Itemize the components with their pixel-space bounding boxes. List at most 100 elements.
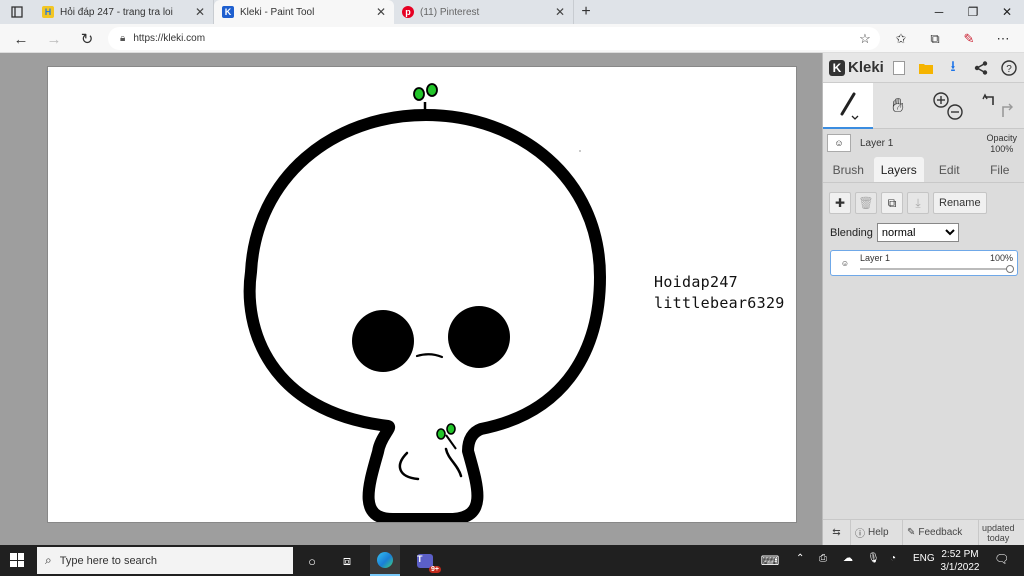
updated-line-2: today: [987, 532, 1010, 543]
lock-icon: 🔒︎: [120, 33, 126, 44]
tab-title: Hỏi đáp 247 - trang tra loi: [60, 6, 173, 18]
back-icon[interactable]: ←: [10, 28, 32, 50]
feedback-text: Feedback: [918, 527, 963, 538]
edge-taskbar-icon[interactable]: [370, 545, 400, 576]
left-eye: [352, 310, 414, 372]
tab-actions-icon[interactable]: [0, 0, 34, 24]
close-tab-icon[interactable]: ✕: [555, 5, 565, 19]
share-icon[interactable]: [971, 58, 991, 78]
hand-icon: ✋︎: [892, 94, 904, 117]
tool-row: ✋︎: [823, 83, 1024, 129]
kleki-panel: K Kleki ⭳ ? ✋︎ ☺︎ Layer 1 Opacity 100% B…: [822, 53, 1024, 546]
pinterest-favicon-icon: p: [402, 6, 414, 18]
teams-taskbar-icon[interactable]: T 9+: [415, 551, 441, 573]
clock-time: 2:52 PM: [941, 549, 979, 560]
plus-icon: ✚: [834, 196, 846, 210]
forward-icon[interactable]: →: [43, 28, 65, 50]
tab-file[interactable]: File: [975, 157, 1024, 182]
windows-taskbar: ⌕ Type here to search ○ ⧈ T 9+ ⌨︎ ⌃ ⎙ ☁︎ …: [0, 545, 1024, 576]
undo-redo-tool[interactable]: [973, 83, 1023, 129]
notifications-icon[interactable]: 🗨︎: [994, 552, 1009, 566]
layer-opacity-slider[interactable]: [860, 265, 1014, 273]
current-layer-header: ☺︎ Layer 1 Opacity 100%: [823, 129, 1024, 157]
extension-icon[interactable]: ✎: [958, 28, 980, 50]
layer-thumbnail-icon[interactable]: ☺︎: [827, 134, 851, 152]
tab-bar: H Hỏi đáp 247 - trang tra loi ✕ K Kleki …: [0, 0, 1024, 24]
tab-kleki[interactable]: K Kleki - Paint Tool ✕: [214, 0, 394, 24]
teams-badge: 9+: [429, 566, 441, 573]
close-tab-icon[interactable]: ✕: [195, 5, 205, 19]
opacity-value: 100%: [990, 144, 1014, 154]
panel-tabs: Brush Layers Edit File: [823, 157, 1024, 183]
url-field[interactable]: 🔒︎ https://kleki.com: [108, 27, 880, 50]
canvas-workspace[interactable]: Hoidap247 littlebear6329: [0, 53, 822, 545]
blending-select[interactable]: normal: [876, 223, 959, 242]
help-link[interactable]: ⓘ Help: [851, 519, 903, 546]
close-window-icon[interactable]: ✕: [990, 0, 1024, 24]
open-folder-icon[interactable]: [916, 58, 936, 78]
duplicate-layer-button[interactable]: ⧉: [881, 192, 903, 214]
download-icon[interactable]: ⭳: [943, 58, 963, 78]
delete-layer-button[interactable]: 🗑︎: [855, 192, 877, 214]
zoom-tool[interactable]: [923, 83, 973, 129]
opacity-readout: Opacity 100%: [986, 133, 1017, 155]
brush-tool[interactable]: [823, 83, 873, 129]
layer-list-item[interactable]: ☺︎ Layer 1 100%: [830, 250, 1018, 276]
show-hidden-icons[interactable]: ⌃: [796, 553, 804, 564]
onedrive-icon[interactable]: ☁︎: [843, 553, 853, 564]
new-tab-icon[interactable]: +: [574, 0, 598, 24]
swap-sides-icon[interactable]: ⇆: [823, 519, 851, 546]
refresh-icon[interactable]: ↻: [76, 28, 98, 50]
windows-start-icon[interactable]: [10, 553, 24, 567]
minimize-icon[interactable]: ─: [922, 0, 956, 24]
microphone-icon[interactable]: 🎙︎: [867, 553, 880, 564]
held-sprout-leaf-left: [436, 428, 446, 440]
add-layer-button[interactable]: ✚: [829, 192, 851, 214]
tab-brush[interactable]: Brush: [823, 157, 874, 182]
close-tab-icon[interactable]: ✕: [376, 5, 386, 19]
favorites-icon[interactable]: ✩: [890, 28, 912, 50]
merge-layer-button[interactable]: ⤓: [907, 192, 929, 214]
tab-edit[interactable]: Edit: [924, 157, 975, 182]
right-eye: [448, 306, 510, 368]
keyboard-icon[interactable]: ⌨︎: [760, 551, 780, 571]
more-menu-icon[interactable]: ⋯: [992, 28, 1014, 50]
hand-tool[interactable]: ✋︎: [873, 83, 923, 129]
top-sprout-leaf-left: [413, 87, 425, 101]
search-placeholder: Type here to search: [59, 554, 157, 567]
taskbar-clock[interactable]: 2:52 PM 3/1/2022: [930, 548, 990, 574]
layer-item-name: Layer 1: [860, 253, 891, 263]
collections-icon[interactable]: ⧉: [924, 28, 946, 50]
meet-now-icon[interactable]: ⎙: [819, 553, 827, 564]
blending-label: Blending: [830, 226, 873, 239]
drawing-canvas[interactable]: Hoidap247 littlebear6329: [47, 66, 797, 523]
slider-knob[interactable]: [1006, 265, 1014, 273]
kleki-favicon-icon: K: [222, 6, 234, 18]
canvas-dot: [579, 150, 581, 152]
restore-icon[interactable]: ❐: [956, 0, 990, 24]
panel-header: K Kleki ⭳ ?: [823, 53, 1024, 83]
taskbar-search[interactable]: ⌕ Type here to search: [37, 547, 293, 574]
handle-line-2: littlebear6329: [654, 294, 785, 312]
help-circle-icon[interactable]: ?: [999, 58, 1019, 78]
tab-hoidap247[interactable]: H Hỏi đáp 247 - trang tra loi ✕: [34, 0, 214, 24]
new-image-icon[interactable]: [889, 58, 909, 78]
cortana-icon[interactable]: ○: [302, 551, 322, 571]
url-text: https://kleki.com: [133, 33, 206, 44]
task-view-icon[interactable]: ⧈: [337, 551, 357, 571]
tab-layers[interactable]: Layers: [873, 157, 924, 182]
trash-icon: 🗑︎: [858, 196, 874, 210]
favorite-star-icon[interactable]: ☆: [854, 28, 876, 50]
rename-button[interactable]: Rename: [933, 192, 987, 214]
search-icon: ⌕: [45, 553, 52, 567]
wifi-icon[interactable]: ◔: [890, 553, 896, 564]
top-sprout-leaf-right: [426, 83, 438, 97]
kleki-logo[interactable]: K Kleki: [829, 59, 884, 76]
tab-pinterest[interactable]: p (11) Pinterest ✕: [394, 0, 574, 24]
brush-icon: [840, 92, 859, 120]
feedback-link[interactable]: ✎ Feedback: [903, 519, 979, 546]
tab-title: Kleki - Paint Tool: [240, 6, 315, 18]
tab-title: (11) Pinterest: [420, 6, 480, 18]
layer-item-thumbnail-icon: ☺︎: [840, 258, 850, 268]
svg-text:?: ?: [1006, 64, 1012, 75]
